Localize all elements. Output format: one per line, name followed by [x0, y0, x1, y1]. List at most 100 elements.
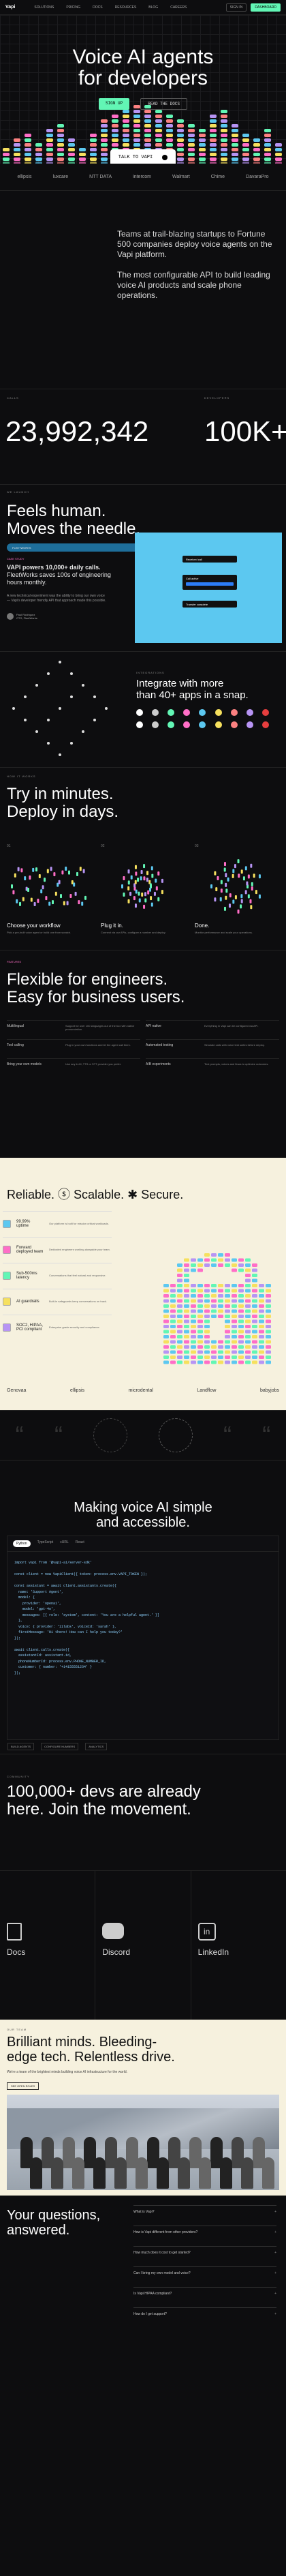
- faq-question[interactable]: How is Vapi different from other provide…: [133, 2226, 276, 2245]
- faq-question[interactable]: Is Vapi HIPAA compliant? +: [133, 2287, 276, 2306]
- reliability-name: Sub-500ms latency: [16, 1271, 37, 1280]
- nav-item-docs[interactable]: DOCS: [93, 5, 102, 10]
- lock-pixel: [184, 1345, 189, 1349]
- lock-pixel: [177, 1294, 182, 1298]
- step-graphic-bar: [79, 867, 82, 871]
- intro-paragraph-1: Teams at trail-blazing startups to Fortu…: [117, 229, 272, 259]
- step-graphic-bar: [54, 891, 57, 896]
- talk-to-vapi-button[interactable]: TALK TO VAPI: [110, 149, 176, 164]
- lock-pixel: [245, 1299, 251, 1303]
- step-graphic-bar: [151, 873, 154, 878]
- vapi-logo[interactable]: Vapi: [5, 5, 15, 10]
- faq-question[interactable]: What is Vapi? +: [133, 2205, 276, 2224]
- dashboard-button[interactable]: DASHBOARD: [251, 3, 281, 12]
- lock-pixel: [177, 1340, 182, 1344]
- simple-title: Making voice AI simple and accessible.: [74, 1500, 212, 1530]
- lock-pixel: [218, 1304, 223, 1308]
- step-graphic-bar: [143, 904, 146, 909]
- visualizer-bar: [242, 158, 249, 161]
- signup-button[interactable]: SIGN UP: [98, 98, 130, 110]
- discord-link[interactable]: Discord: [95, 1871, 191, 2020]
- see-roles-button[interactable]: SEE OPEN ROLES: [7, 2082, 39, 2090]
- lock-pixel: [245, 1284, 251, 1287]
- visualizer-bar: [3, 148, 10, 151]
- lock-pixel: [218, 1309, 223, 1313]
- step-graphic-bar: [220, 880, 223, 884]
- visualizer-bar: [112, 119, 118, 123]
- lock-pixel: [177, 1345, 182, 1349]
- visualizer-bar: [25, 153, 31, 156]
- docs-link[interactable]: Docs: [0, 1871, 96, 2020]
- faq-question[interactable]: Can I bring my own model and voice? +: [133, 2266, 276, 2286]
- customer-logos: ellipsis luxcare NTT DATA intercom Walma…: [0, 164, 286, 191]
- lock-pixel: [197, 1345, 203, 1349]
- integration-dot: [93, 695, 96, 698]
- step-graphic-bar: [251, 882, 253, 886]
- team-member: [72, 2157, 84, 2189]
- visualizer-bar: [79, 158, 86, 161]
- lock-pixel: [266, 1330, 271, 1334]
- visualizer-bar: [264, 153, 271, 156]
- visualizer-bar: [177, 119, 184, 123]
- lock-pixel: [225, 1356, 230, 1359]
- lock-pixel: [184, 1340, 189, 1344]
- visualizer-bar: [166, 143, 173, 147]
- tab-curl[interactable]: cURL: [60, 1540, 69, 1547]
- linkedin-link[interactable]: in LinkedIn: [191, 1871, 286, 2020]
- app-logo-icon: [199, 709, 206, 716]
- nav-item-pricing[interactable]: PRICING: [66, 5, 80, 10]
- lock-pixel: [184, 1309, 189, 1313]
- nav-item-careers[interactable]: CAREERS: [170, 5, 187, 10]
- tab-typescript[interactable]: TypeScript: [37, 1540, 54, 1547]
- lock-pixel: [191, 1325, 196, 1328]
- step-graphic-bar: [242, 876, 245, 881]
- tab-python[interactable]: Python: [13, 1540, 31, 1547]
- call-item-active: Call active: [182, 575, 237, 590]
- visualizer-bar: [46, 129, 53, 132]
- visualizer-bar: [123, 115, 129, 118]
- step-graphic-bar: [240, 869, 243, 874]
- visualizer-bar: [221, 129, 227, 132]
- step-graphic-bar: [223, 906, 226, 911]
- step-graphic-bar: [155, 886, 158, 890]
- visualizer-bar: [166, 134, 173, 137]
- visualizer-bar: [177, 143, 184, 147]
- visualizer-bar: [177, 158, 184, 161]
- faq-question[interactable]: How much does it cost to get started? +: [133, 2246, 276, 2265]
- reliability-desc: Built-in safeguards keep conversations o…: [49, 1300, 108, 1303]
- lock-pixel: [238, 1289, 244, 1293]
- lock-pixel: [184, 1304, 189, 1308]
- nav-item-solutions[interactable]: SOLUTIONS: [34, 5, 54, 10]
- nav-item-blog[interactable]: BLOG: [148, 5, 158, 10]
- tab-fleetworks[interactable]: FLEETWORKS: [12, 546, 31, 550]
- calls-label: CALLS: [7, 396, 19, 400]
- visualizer-bar: [101, 138, 108, 142]
- lock-pixel: [184, 1289, 189, 1293]
- reliability-item: Forward deployed team Dedicated engineers…: [3, 1237, 112, 1261]
- step-graphic-bar: [258, 874, 261, 879]
- signin-button[interactable]: SIGN IN: [225, 3, 247, 12]
- step-graphic-bar: [16, 899, 18, 903]
- tab-react[interactable]: React: [76, 1540, 84, 1547]
- visualizer-bar: [101, 124, 108, 128]
- lock-pixel: [211, 1304, 217, 1308]
- step-graphic-bar: [146, 871, 149, 875]
- logo-microdental: microdental: [128, 1388, 153, 1393]
- lock-pixel: [266, 1309, 271, 1313]
- step-graphic-bar: [232, 873, 234, 878]
- visualizer-bar: [46, 138, 53, 142]
- lock-pixel: [197, 1319, 203, 1323]
- integration-dot: [70, 695, 73, 698]
- quote-icon: “: [54, 1421, 63, 1449]
- step-graphic-bar: [133, 896, 136, 901]
- lock-pixel: [259, 1330, 264, 1334]
- lock-pixel: [238, 1315, 244, 1318]
- visualizer-bar: [155, 134, 162, 137]
- faq-question[interactable]: How do I get support? +: [133, 2307, 276, 2326]
- lock-pixel: [232, 1304, 237, 1308]
- lock-pixel: [177, 1263, 182, 1267]
- nav-item-resources[interactable]: RESOURCES: [115, 5, 137, 10]
- devs-label: DEVELOPERS: [204, 396, 230, 400]
- step-graphic-bar: [232, 869, 235, 873]
- app-logo-icon: [261, 709, 269, 716]
